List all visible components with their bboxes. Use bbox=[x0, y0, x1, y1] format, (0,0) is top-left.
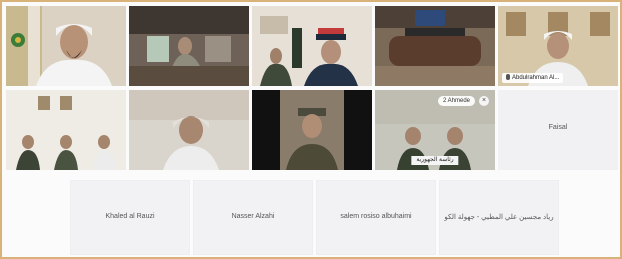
participant-video-4 bbox=[375, 6, 495, 86]
participant-name: رياد مجسين علي المطيي - جهولة الكو bbox=[444, 214, 554, 221]
participant-video-6 bbox=[6, 90, 126, 170]
close-icon[interactable]: × bbox=[479, 96, 489, 106]
participant-name: Nasser Alzahi bbox=[231, 213, 275, 220]
participant-tile[interactable]: Khaled al Rauzi bbox=[70, 180, 190, 255]
participants-row-3: Khaled al Rauzi Nasser Alzahi salem rosi… bbox=[70, 180, 559, 255]
participant-count-badge: 2 Ahmede bbox=[437, 96, 475, 106]
participant-name: Khaled al Rauzi bbox=[105, 213, 155, 220]
participant-name: Faisal bbox=[548, 124, 568, 131]
participant-name: salem rosiso albuhaimi bbox=[340, 213, 412, 220]
participant-caption: رئاسة الجهورية bbox=[411, 156, 459, 165]
participant-tile[interactable]: Abdulrahman Al... bbox=[498, 6, 618, 86]
participant-tile[interactable] bbox=[252, 90, 372, 170]
participant-name: Abdulrahman Al... bbox=[512, 75, 560, 81]
participant-tile[interactable]: Faisal bbox=[498, 90, 618, 170]
participant-video-7 bbox=[129, 90, 249, 170]
video-call-grid: Abdulrahman Al... 2 Ahmede × رئاسة الجهو… bbox=[0, 0, 622, 259]
mic-icon bbox=[506, 74, 510, 80]
participant-tile[interactable]: 2 Ahmede × رئاسة الجهورية bbox=[375, 90, 495, 170]
participant-tile[interactable] bbox=[129, 6, 249, 86]
participants-row-2: 2 Ahmede × رئاسة الجهورية Faisal bbox=[6, 90, 618, 170]
participants-row-1: Abdulrahman Al... bbox=[6, 6, 618, 86]
participant-name-label: Abdulrahman Al... bbox=[502, 73, 564, 83]
participant-tile[interactable]: Nasser Alzahi bbox=[193, 180, 313, 255]
participant-tile[interactable]: رياد مجسين علي المطيي - جهولة الكو bbox=[439, 180, 559, 255]
participant-video-3 bbox=[252, 6, 372, 86]
participant-tile[interactable] bbox=[6, 6, 126, 86]
participant-tile[interactable] bbox=[129, 90, 249, 170]
participant-tile[interactable]: salem rosiso albuhaimi bbox=[316, 180, 436, 255]
participant-video-8 bbox=[252, 90, 372, 170]
participant-tile[interactable] bbox=[6, 90, 126, 170]
participant-video-2 bbox=[129, 6, 249, 86]
participant-video-1 bbox=[6, 6, 126, 86]
participant-tile[interactable] bbox=[252, 6, 372, 86]
participant-tile[interactable] bbox=[375, 6, 495, 86]
